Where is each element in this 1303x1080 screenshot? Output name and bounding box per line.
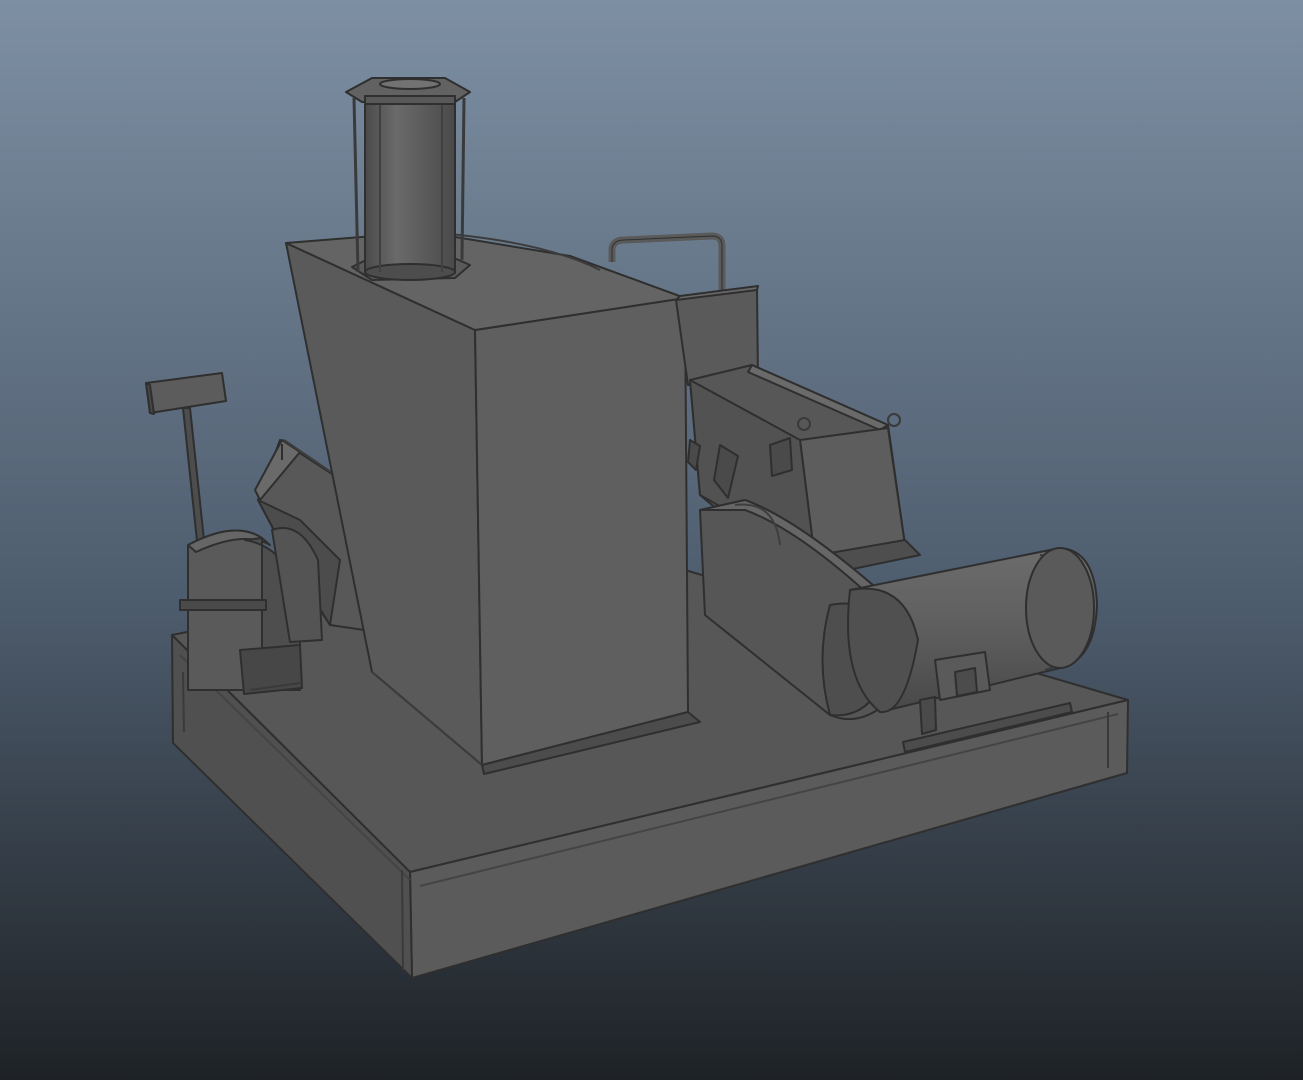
machine-scene <box>0 0 1303 1080</box>
top-cylinder <box>345 77 471 281</box>
3d-viewport[interactable] <box>0 0 1303 1080</box>
